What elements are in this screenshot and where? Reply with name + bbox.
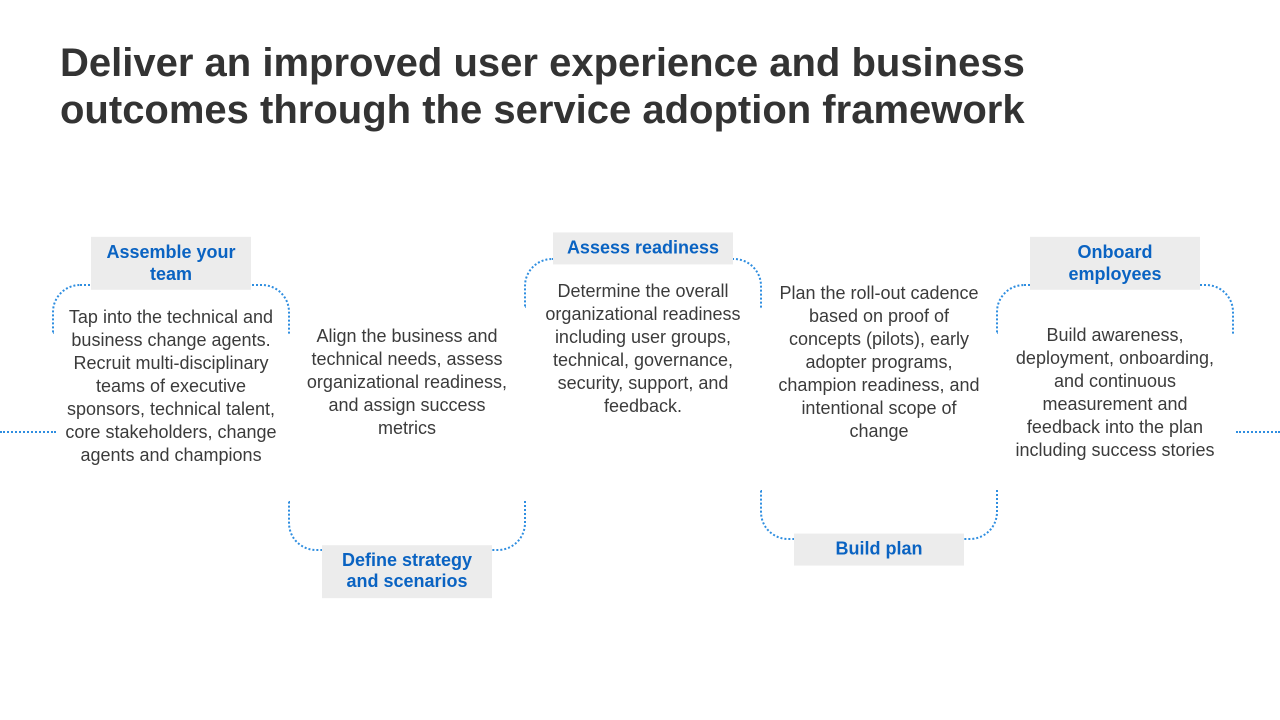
step-label: Onboard employees [1030,237,1200,290]
frame-segment [760,490,998,540]
connector-line-in [0,431,56,433]
frame-segment [996,284,1234,334]
step-build-plan: Plan the roll-out cadence based on proof… [768,282,990,524]
step-label: Assess readiness [553,232,733,264]
step-onboard-employees: Onboard employees Build awareness, deplo… [1004,300,1226,556]
step-define-strategy: Align the business and technical needs, … [296,325,518,535]
slide: Deliver an improved user experience and … [0,0,1280,720]
step-assess-readiness: Assess readiness Determine the overall o… [532,274,754,530]
slide-title: Deliver an improved user experience and … [60,40,1110,134]
step-body: Plan the roll-out cadence based on proof… [768,282,990,443]
step-assemble-team: Assemble your team Tap into the technica… [60,300,282,606]
step-body: Build awareness, deployment, onboarding,… [1004,324,1226,462]
step-label: Build plan [794,534,964,566]
step-label: Assemble your team [91,237,251,290]
step-label: Define strategy and scenarios [322,545,492,598]
frame-segment [524,258,762,308]
step-body: Align the business and technical needs, … [296,325,518,440]
frame-segment [288,501,526,551]
connector-line-out [1236,431,1280,433]
frame-segment [52,284,290,334]
